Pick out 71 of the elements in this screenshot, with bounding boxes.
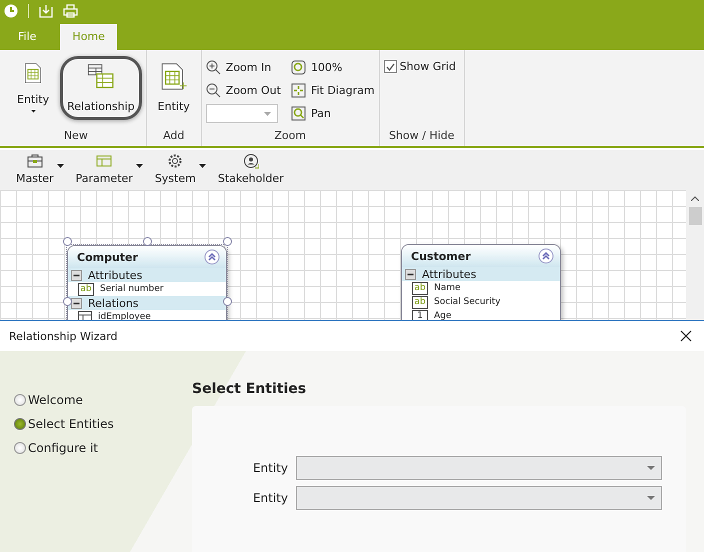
zoom-in-icon xyxy=(206,60,221,74)
dropdown-arrow-icon xyxy=(647,466,655,470)
ribbon-button[interactable]: Relationship xyxy=(60,56,142,120)
ribbon-button[interactable]: Entity xyxy=(150,56,197,120)
group-label: Zoom xyxy=(273,128,308,144)
entity-title: Computer xyxy=(77,250,138,264)
selection-handle[interactable] xyxy=(63,237,72,246)
selection-handle[interactable] xyxy=(223,297,232,306)
section-heading: Select Entities xyxy=(192,381,308,399)
entity-dropdown[interactable] xyxy=(296,456,662,480)
toolbar-button[interactable]: Master xyxy=(10,150,66,185)
selection-handle[interactable] xyxy=(143,237,152,246)
table-icon xyxy=(96,153,112,169)
wizard-step[interactable]: Welcome xyxy=(14,393,192,407)
collapse-icon[interactable] xyxy=(204,249,220,265)
entity-title: Customer xyxy=(411,250,471,262)
toolbar-button[interactable]: System xyxy=(148,150,208,185)
group-label: New xyxy=(62,128,89,144)
text-type-badge: ab xyxy=(78,282,94,296)
toolbar-button[interactable]: Stakeholder xyxy=(212,150,296,185)
minus-box-icon[interactable] xyxy=(71,298,82,308)
text-type-badge: ab xyxy=(412,282,428,294)
pan-icon xyxy=(290,106,306,120)
zoom-out-icon xyxy=(206,82,221,98)
checkmark-icon xyxy=(386,62,395,70)
group-label: Add xyxy=(162,128,186,144)
person-badge-icon xyxy=(242,153,259,169)
minus-box-icon[interactable] xyxy=(71,270,82,280)
field-label: Entity xyxy=(252,461,288,475)
zoom-button[interactable]: Pan xyxy=(290,104,375,122)
entity-dropdown[interactable] xyxy=(296,486,662,510)
ribbon-button[interactable]: Entity xyxy=(10,56,56,120)
zoom-button[interactable]: Zoom Out xyxy=(206,81,281,99)
attribute-label: Name xyxy=(434,283,461,293)
section-label: Attributes xyxy=(422,268,476,280)
attribute-label: Age xyxy=(434,311,452,321)
group-label: Show / Hide xyxy=(388,128,456,144)
toolbar-button[interactable]: Parameter xyxy=(70,150,145,185)
close-icon xyxy=(680,330,692,342)
section-label: Attributes xyxy=(88,268,142,282)
dropdown-arrow-icon xyxy=(264,112,271,116)
zoom-button[interactable]: Fit Diagram xyxy=(290,81,375,99)
minus-box-icon[interactable] xyxy=(405,268,416,280)
zoom-button[interactable]: Zoom In xyxy=(206,58,281,76)
fit-icon xyxy=(290,82,306,98)
zoom-reset-icon xyxy=(290,60,306,74)
caret-icon xyxy=(30,110,37,113)
text-type-badge: ab xyxy=(412,296,428,308)
attribute-label: idEmployee xyxy=(98,312,151,322)
field-label: Entity xyxy=(252,491,288,505)
show-grid-checkbox[interactable]: Show Grid xyxy=(384,60,456,76)
selection-handle[interactable] xyxy=(63,297,72,306)
collapse-icon[interactable] xyxy=(538,248,554,264)
attribute-label: Serial number xyxy=(100,284,164,294)
wizard-step[interactable]: Select Entities xyxy=(14,417,192,431)
caret-icon xyxy=(56,164,64,168)
selection-handle[interactable] xyxy=(223,237,232,246)
caret-icon xyxy=(136,164,143,168)
gear-icon xyxy=(167,153,184,169)
section-label: Relations xyxy=(88,296,139,310)
dialog-title: Relationship Wizard xyxy=(9,330,118,342)
print-icon[interactable] xyxy=(63,4,78,18)
scrollbar-thumb[interactable] xyxy=(688,207,702,225)
dropdown-arrow-icon xyxy=(647,496,655,500)
logo-icon[interactable] xyxy=(4,4,18,18)
save-icon[interactable] xyxy=(39,4,53,18)
caret-icon xyxy=(198,164,206,168)
attribute-label: Social Security xyxy=(434,297,501,307)
zoom-button[interactable]: 100% xyxy=(290,58,375,76)
briefcase-icon xyxy=(26,153,43,169)
wizard-step[interactable]: Configure it xyxy=(14,441,192,455)
